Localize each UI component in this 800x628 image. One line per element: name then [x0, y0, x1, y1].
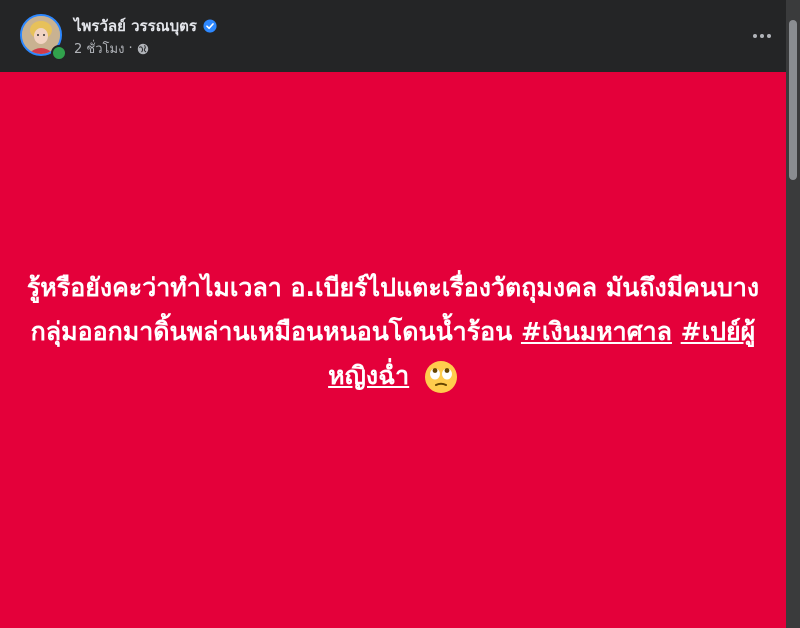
more-horizontal-icon	[753, 34, 757, 38]
post-header: ไพรวัลย์ วรรณบุตร 2 ชั่วโมง ·	[0, 0, 786, 72]
post-background: รู้หรือยังคะว่าทำไมเวลา อ.เบียร์ไปแตะเรื…	[0, 72, 786, 628]
post-meta: 2 ชั่วโมง ·	[74, 38, 149, 59]
globe-icon[interactable]	[137, 43, 149, 55]
face-with-rolling-eyes-icon	[424, 361, 457, 393]
meta-separator: ·	[128, 41, 133, 56]
verified-badge-icon	[203, 19, 217, 33]
more-dot	[767, 34, 771, 38]
author-name[interactable]: ไพรวัลย์ วรรณบุตร	[74, 14, 197, 38]
more-options-button[interactable]	[744, 18, 780, 54]
post-text: รู้หรือยังคะว่าทำไมเวลา อ.เบียร์ไปแตะเรื…	[23, 266, 763, 398]
more-dot	[760, 34, 764, 38]
online-status-dot	[51, 45, 67, 61]
scrollbar-thumb[interactable]	[789, 20, 797, 180]
hashtag-link[interactable]: #เงินมหาศาล	[521, 317, 672, 346]
post-timestamp[interactable]: 2 ชั่วโมง	[74, 38, 124, 59]
author-row: ไพรวัลย์ วรรณบุตร	[74, 14, 217, 38]
